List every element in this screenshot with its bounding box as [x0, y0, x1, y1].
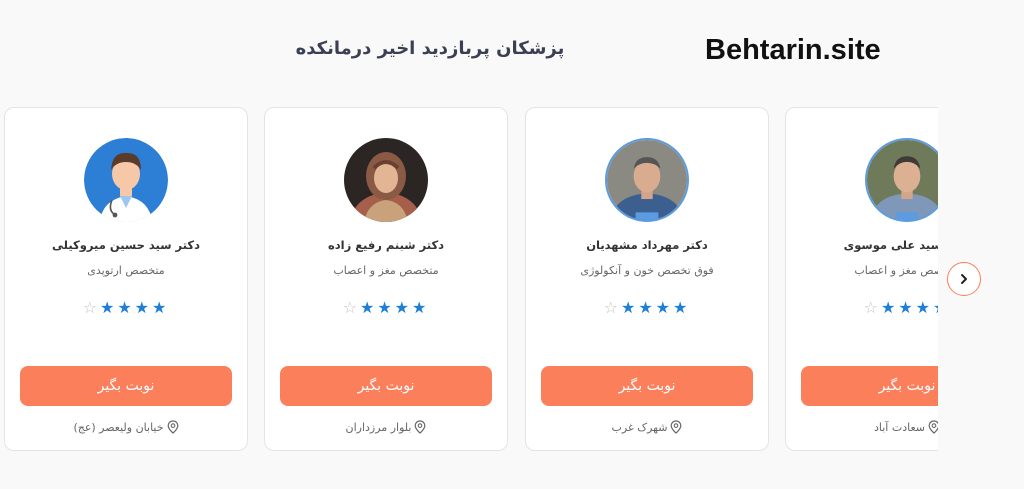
map-pin-icon [671, 420, 682, 434]
location-label: سعادت آباد [874, 421, 925, 434]
star-icon: ★ [134, 298, 153, 317]
star-empty-icon: ☆ [863, 298, 881, 317]
star-icon: ★ [152, 298, 170, 317]
star-empty-icon: ☆ [603, 298, 621, 317]
doctor-name: دکتر سید علی موسوی [843, 238, 938, 252]
book-appointment-button[interactable]: نوبت بگیر [801, 366, 938, 406]
star-icon: ★ [933, 298, 938, 317]
book-appointment-button[interactable]: نوبت بگیر [20, 366, 232, 406]
doctor-avatar [84, 138, 168, 222]
doctor-location: سعادت آباد [796, 420, 938, 434]
rating-stars: ☆★★★★ [526, 298, 768, 317]
doctor-card[interactable]: دکتر شبنم رفیع زاده متخصص مغز و اعصاب ☆★… [264, 107, 508, 451]
doctor-specialty: متخصص مغز و اعصاب [854, 264, 938, 277]
map-pin-icon [928, 420, 938, 434]
star-icon: ★ [377, 298, 395, 317]
doctor-location: بلوار مرزداران [275, 420, 497, 434]
location-label: خیابان ولیعصر (عج) [73, 421, 164, 434]
doctor-location: شهرک غرب [536, 420, 758, 434]
star-icon: ★ [99, 298, 118, 317]
doctor-name: دکتر مهرداد مشهدیان [586, 238, 708, 252]
carousel-next-button[interactable] [947, 262, 981, 296]
star-icon: ★ [673, 298, 691, 317]
star-icon: ★ [117, 298, 135, 317]
doctor-name: دکتر شبنم رفیع زاده [327, 238, 445, 252]
doctor-carousel: دکتر سید حسین میروکیلی متخصص ارتوپدی ☆★★… [0, 107, 938, 455]
doctor-photo [344, 138, 428, 222]
chevron-right-icon [961, 274, 967, 284]
doctor-photo [867, 140, 938, 220]
doctor-specialty: متخصص مغز و اعصاب [333, 264, 439, 277]
star-icon: ★ [412, 298, 430, 317]
rating-stars: ☆★★★★ [265, 298, 507, 317]
doctor-placeholder-icon [84, 138, 168, 222]
map-pin-icon [167, 420, 178, 434]
star-icon: ★ [655, 298, 674, 317]
star-icon: ★ [915, 298, 934, 317]
section-title: پزشکان پربازدید اخیر درمانکده [295, 38, 565, 59]
doctor-location: خیابان ولیعصر (عج) [15, 420, 237, 434]
rating-stars: ☆★★★★ [5, 298, 247, 317]
doctor-photo [607, 140, 687, 220]
star-empty-icon: ☆ [342, 298, 360, 317]
star-icon: ★ [359, 298, 378, 317]
book-appointment-button[interactable]: نوبت بگیر [280, 366, 492, 406]
doctor-specialty: فوق تخصص خون و آنکولوژی [580, 264, 714, 277]
doctor-avatar [605, 138, 689, 222]
site-logo: Behtarin.site [705, 34, 881, 66]
rating-stars: ☆★★★★ [786, 298, 938, 317]
doctor-name: دکتر سید حسین میروکیلی [52, 238, 200, 252]
doctor-card[interactable]: دکتر سید حسین میروکیلی متخصص ارتوپدی ☆★★… [4, 107, 248, 451]
doctor-avatar [865, 138, 938, 222]
book-appointment-button[interactable]: نوبت بگیر [541, 366, 753, 406]
star-icon: ★ [898, 298, 916, 317]
doctor-card[interactable]: دکتر مهرداد مشهدیان فوق تخصص خون و آنکول… [525, 107, 769, 451]
star-empty-icon: ☆ [82, 298, 100, 317]
star-icon: ★ [880, 298, 899, 317]
location-label: بلوار مرزداران [345, 421, 412, 434]
star-icon: ★ [620, 298, 639, 317]
star-icon: ★ [394, 298, 413, 317]
doctor-specialty: متخصص ارتوپدی [87, 264, 165, 277]
location-label: شهرک غرب [611, 421, 668, 434]
doctor-card[interactable]: دکتر سید علی موسوی متخصص مغز و اعصاب ☆★★… [785, 107, 938, 451]
doctor-avatar [344, 138, 428, 222]
map-pin-icon [415, 420, 426, 434]
star-icon: ★ [638, 298, 656, 317]
